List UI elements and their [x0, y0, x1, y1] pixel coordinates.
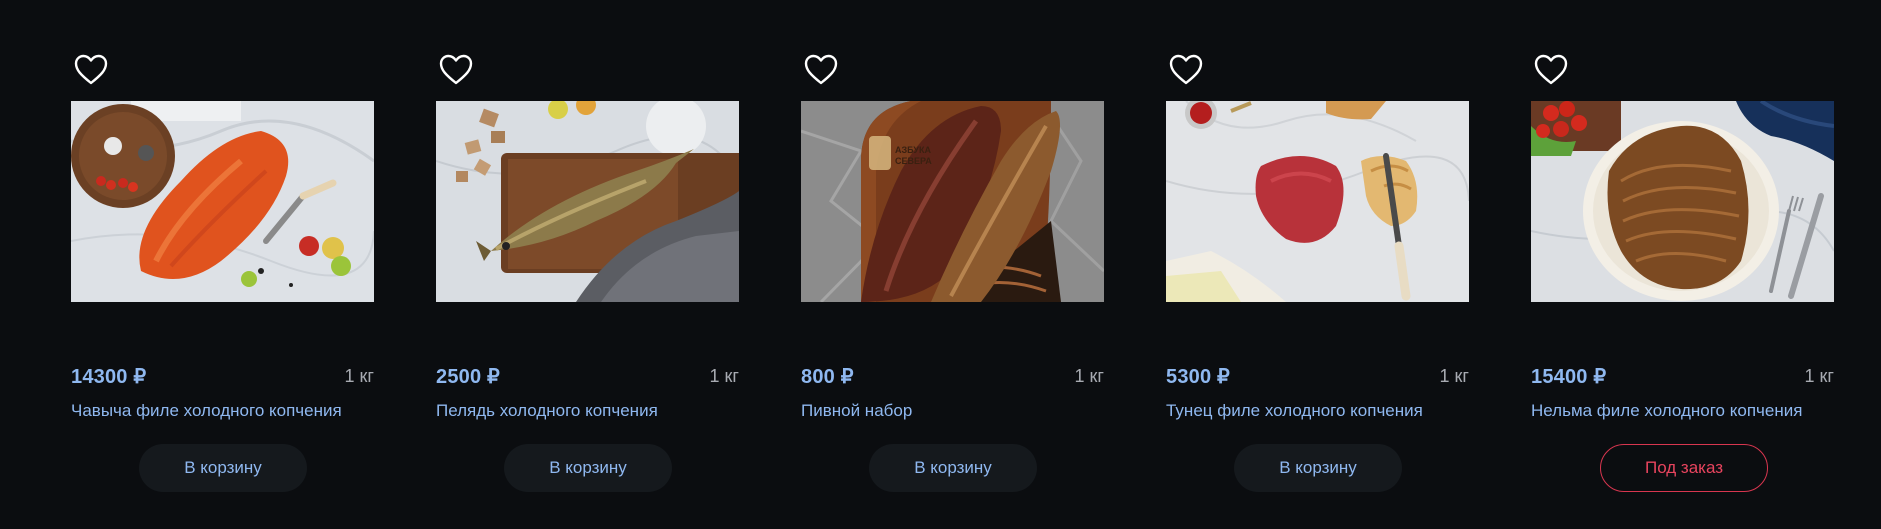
- product-price: 800 ₽: [801, 366, 854, 388]
- svg-text:СЕВЕРА: СЕВЕРА: [895, 156, 932, 166]
- product-card: 15400 ₽ 1 кг Нельма филе холодного копче…: [1531, 0, 1834, 529]
- product-weight: 1 кг: [1804, 366, 1834, 386]
- add-to-cart-button[interactable]: В корзину: [139, 444, 307, 492]
- product-grid: 14300 ₽ 1 кг Чавыча филе холодного копче…: [0, 0, 1881, 529]
- product-card: 2500 ₽ 1 кг Пелядь холодного копчения В …: [436, 0, 739, 529]
- heart-icon[interactable]: [73, 52, 109, 88]
- heart-icon[interactable]: [438, 52, 474, 88]
- product-name[interactable]: Пелядь холодного копчения: [436, 401, 658, 421]
- product-card: 5300 ₽ 1 кг Тунец филе холодного копчени…: [1166, 0, 1469, 529]
- product-image[interactable]: [1166, 101, 1469, 302]
- product-name[interactable]: Тунец филе холодного копчения: [1166, 401, 1423, 421]
- product-price: 15400 ₽: [1531, 366, 1607, 388]
- product-image[interactable]: [71, 101, 374, 302]
- product-weight: 1 кг: [1074, 366, 1104, 386]
- product-weight: 1 кг: [709, 366, 739, 386]
- add-to-cart-button[interactable]: В корзину: [504, 444, 672, 492]
- add-to-cart-button[interactable]: В корзину: [869, 444, 1037, 492]
- product-name[interactable]: Нельма филе холодного копчения: [1531, 401, 1802, 421]
- product-weight: 1 кг: [344, 366, 374, 386]
- heart-icon[interactable]: [1168, 52, 1204, 88]
- product-card: 14300 ₽ 1 кг Чавыча филе холодного копче…: [71, 0, 374, 529]
- product-image[interactable]: [1531, 101, 1834, 302]
- product-price: 14300 ₽: [71, 366, 147, 388]
- heart-icon[interactable]: [803, 52, 839, 88]
- product-image[interactable]: [436, 101, 739, 302]
- svg-text:АЗБУКА: АЗБУКА: [895, 145, 931, 155]
- product-image[interactable]: АЗБУКА СЕВЕРА: [801, 101, 1104, 302]
- product-price: 5300 ₽: [1166, 366, 1230, 388]
- product-price: 2500 ₽: [436, 366, 500, 388]
- product-weight: 1 кг: [1439, 366, 1469, 386]
- heart-icon[interactable]: [1533, 52, 1569, 88]
- add-to-cart-button[interactable]: В корзину: [1234, 444, 1402, 492]
- product-name[interactable]: Чавыча филе холодного копчения: [71, 401, 342, 421]
- pre-order-button[interactable]: Под заказ: [1600, 444, 1768, 492]
- product-card: АЗБУКА СЕВЕРА 800 ₽ 1 кг Пивной набор В …: [801, 0, 1104, 529]
- product-name[interactable]: Пивной набор: [801, 401, 912, 421]
